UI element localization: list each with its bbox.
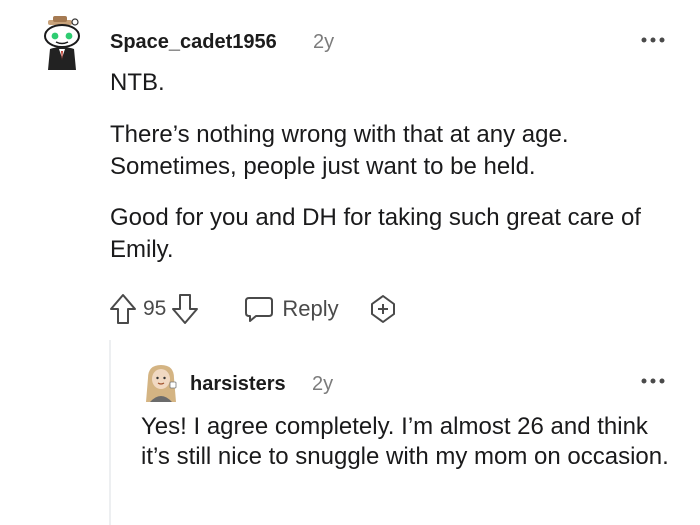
reply-label: Reply [282, 296, 339, 321]
comment-age[interactable]: 2y [313, 31, 334, 54]
comment-username[interactable]: Space_cadet1956 [110, 31, 277, 54]
downvote-button[interactable] [170, 292, 200, 326]
comment-paragraph: There’s nothing wrong with that at any a… [110, 121, 569, 180]
reply-button[interactable]: Reply [244, 294, 339, 324]
comment-action-bar: 95 Reply [108, 290, 399, 328]
comment-paragraph: Good for you and DH for taking such grea… [110, 204, 641, 263]
upvote-icon [110, 294, 136, 324]
user-avatar-icon [146, 365, 177, 402]
reply-text: Yes! I agree completely. I’m almost 26 a… [141, 413, 669, 470]
reply-avatar[interactable] [142, 362, 180, 406]
thread-line[interactable] [109, 340, 111, 525]
more-options-icon [641, 378, 665, 384]
award-button[interactable] [367, 293, 399, 325]
reply-bubble-icon [245, 297, 274, 322]
commenter-avatar[interactable] [38, 16, 86, 72]
vote-count: 95 [143, 297, 167, 320]
reply-username[interactable]: harsisters [190, 373, 286, 396]
snoo-avatar-icon [44, 16, 80, 70]
award-icon [370, 295, 395, 323]
more-options-icon [641, 37, 665, 43]
upvote-button[interactable] [108, 292, 138, 326]
comment-more-options-button[interactable] [640, 30, 666, 50]
comment-paragraph: NTB. [110, 69, 165, 96]
reply-age[interactable]: 2y [312, 373, 333, 396]
reply-more-options-button[interactable] [640, 371, 666, 391]
downvote-icon [172, 294, 199, 324]
